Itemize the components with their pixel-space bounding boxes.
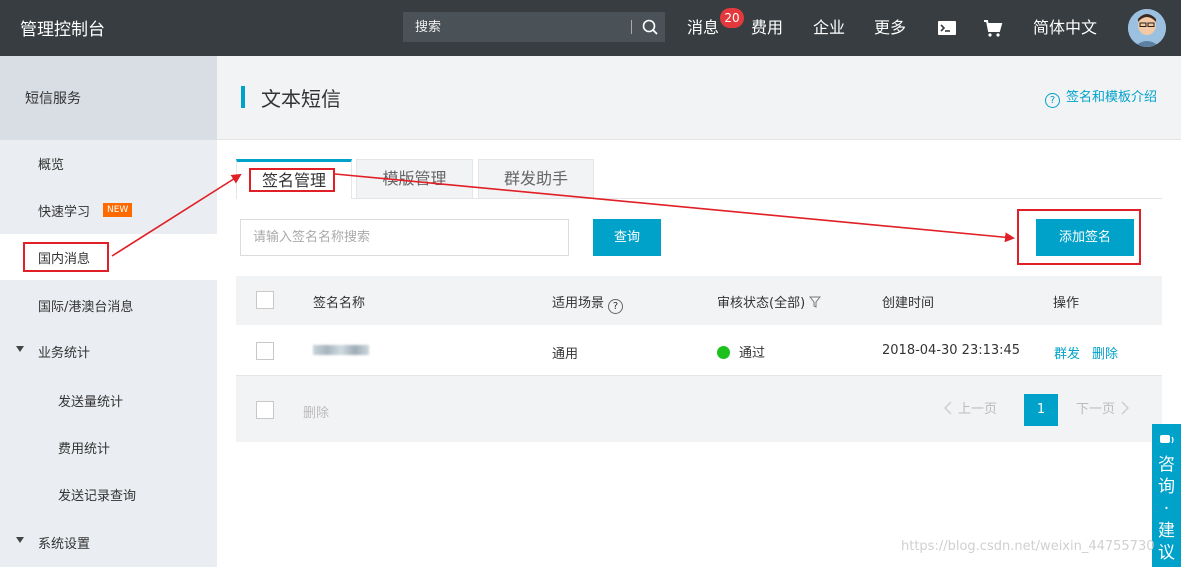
- next-page-button[interactable]: 下一页: [1076, 394, 1131, 426]
- page-number-current[interactable]: 1: [1024, 394, 1058, 426]
- next-page-label: 下一页: [1076, 402, 1116, 417]
- chevron-left-icon: [944, 401, 952, 415]
- console-page: 管理控制台 消息 20 费用 企业 更多 简体中文: [0, 0, 1181, 567]
- signature-name-redacted: [313, 345, 369, 355]
- prev-page-label: 上一页: [958, 402, 998, 417]
- chat-icon: [1159, 435, 1174, 444]
- row-checkbox[interactable]: [256, 342, 274, 360]
- row-scene: 通用: [552, 347, 579, 362]
- message-count-badge: 20: [720, 8, 744, 28]
- sidebar-item-international[interactable]: 国际/港澳台消息: [0, 282, 217, 328]
- col-signature-name: 签名名称: [313, 296, 366, 311]
- sidebar-item-label: 系统设置: [38, 537, 91, 552]
- signature-search-input[interactable]: [240, 219, 569, 256]
- annotation-box-sidebar: [23, 242, 109, 272]
- nav-language[interactable]: 简体中文: [1033, 14, 1097, 38]
- new-badge: NEW: [103, 203, 133, 217]
- col-actions: 操作: [1053, 296, 1080, 311]
- feedback-label: 咨询·建议: [1158, 455, 1175, 563]
- sidebar-item-label: 业务统计: [38, 346, 91, 361]
- watermark: https://blog.csdn.net/weixin_44755730: [901, 539, 1155, 554]
- search-separator: [631, 20, 632, 34]
- row-status: 通过: [717, 342, 765, 361]
- sidebar-title: 短信服务: [25, 91, 81, 107]
- feedback-float-button[interactable]: 咨询·建议: [1152, 424, 1181, 567]
- top-bar: 管理控制台 消息 20 费用 企业 更多 简体中文: [0, 0, 1181, 56]
- tab-template-management[interactable]: 模版管理: [356, 159, 473, 199]
- signature-template-help-link[interactable]: ? 签名和模板介绍: [1044, 86, 1157, 108]
- help-circle-icon: ?: [1044, 93, 1060, 108]
- col-scene-label: 适用场景: [552, 296, 605, 311]
- user-avatar[interactable]: [1128, 9, 1166, 47]
- chevron-right-icon: [1121, 401, 1130, 415]
- content-header: [217, 56, 1181, 140]
- sidebar-header: 短信服务: [0, 56, 217, 140]
- caret-down-icon: [16, 537, 24, 543]
- sidebar-item-quick-start[interactable]: 快速学习 NEW: [0, 187, 217, 233]
- sidebar-item-label: 发送记录查询: [58, 489, 137, 504]
- sidebar-item-overview[interactable]: 概览: [0, 140, 217, 186]
- bulk-delete-button[interactable]: 删除: [303, 402, 329, 421]
- footer-select-checkbox[interactable]: [256, 401, 274, 419]
- select-all-checkbox[interactable]: [256, 291, 274, 309]
- table-footer: 删除 上一页 1 下一页: [236, 376, 1162, 442]
- nav-billing[interactable]: 费用: [751, 14, 783, 38]
- sidebar-item-send-records[interactable]: 发送记录查询: [0, 471, 217, 517]
- terminal-icon[interactable]: [933, 14, 961, 42]
- console-brand[interactable]: 管理控制台: [20, 15, 105, 40]
- row-created-time: 2018-04-30 23:13:45: [882, 343, 1021, 358]
- annotation-box-add-button: [1017, 209, 1141, 265]
- nav-enterprise[interactable]: 企业: [813, 14, 845, 38]
- nav-more[interactable]: 更多: [874, 14, 906, 38]
- table-row: 通用 通过 2018-04-30 23:13:45 群发 删除: [236, 325, 1162, 376]
- row-action-delete[interactable]: 删除: [1092, 343, 1118, 362]
- col-status-label: 审核状态(全部): [717, 296, 806, 311]
- sidebar-item-send-volume[interactable]: 发送量统计: [0, 377, 217, 423]
- help-link-label: 签名和模板介绍: [1065, 90, 1157, 105]
- sidebar-item-label: 国际/港澳台消息: [38, 300, 134, 315]
- row-action-bulk-send[interactable]: 群发: [1054, 343, 1080, 362]
- sidebar-item-label: 快速学习: [38, 205, 91, 220]
- caret-down-icon: [16, 346, 24, 352]
- help-circle-icon[interactable]: ?: [608, 299, 624, 314]
- sidebar-item-label: 概览: [38, 158, 65, 173]
- filter-icon[interactable]: [809, 296, 822, 308]
- sidebar-item-label: 发送量统计: [58, 395, 124, 410]
- col-scene: 适用场景?: [552, 292, 624, 314]
- sidebar-group-statistics[interactable]: 业务统计: [0, 328, 217, 374]
- table-header: 签名名称 适用场景? 审核状态(全部) 创建时间 操作: [236, 276, 1162, 325]
- page-title: 文本短信: [261, 87, 341, 111]
- cart-icon[interactable]: [979, 14, 1007, 42]
- sidebar-item-cost-stats[interactable]: 费用统计: [0, 424, 217, 470]
- query-button[interactable]: 查询: [593, 219, 661, 256]
- prev-page-button[interactable]: 上一页: [942, 394, 997, 426]
- col-status[interactable]: 审核状态(全部): [717, 292, 822, 311]
- row-status-label: 通过: [739, 346, 766, 361]
- sidebar-group-settings[interactable]: 系统设置: [0, 519, 217, 565]
- title-accent-bar: [241, 86, 245, 108]
- search-icon[interactable]: [635, 12, 665, 42]
- global-search: [403, 12, 665, 42]
- nav-messages[interactable]: 消息: [687, 14, 719, 38]
- tab-bulk-send-assistant[interactable]: 群发助手: [478, 159, 594, 199]
- sidebar-item-label: 费用统计: [58, 442, 111, 457]
- status-dot-icon: [717, 346, 730, 359]
- global-search-input[interactable]: [403, 12, 631, 42]
- annotation-box-tab: [249, 168, 335, 192]
- col-created-time: 创建时间: [882, 296, 935, 311]
